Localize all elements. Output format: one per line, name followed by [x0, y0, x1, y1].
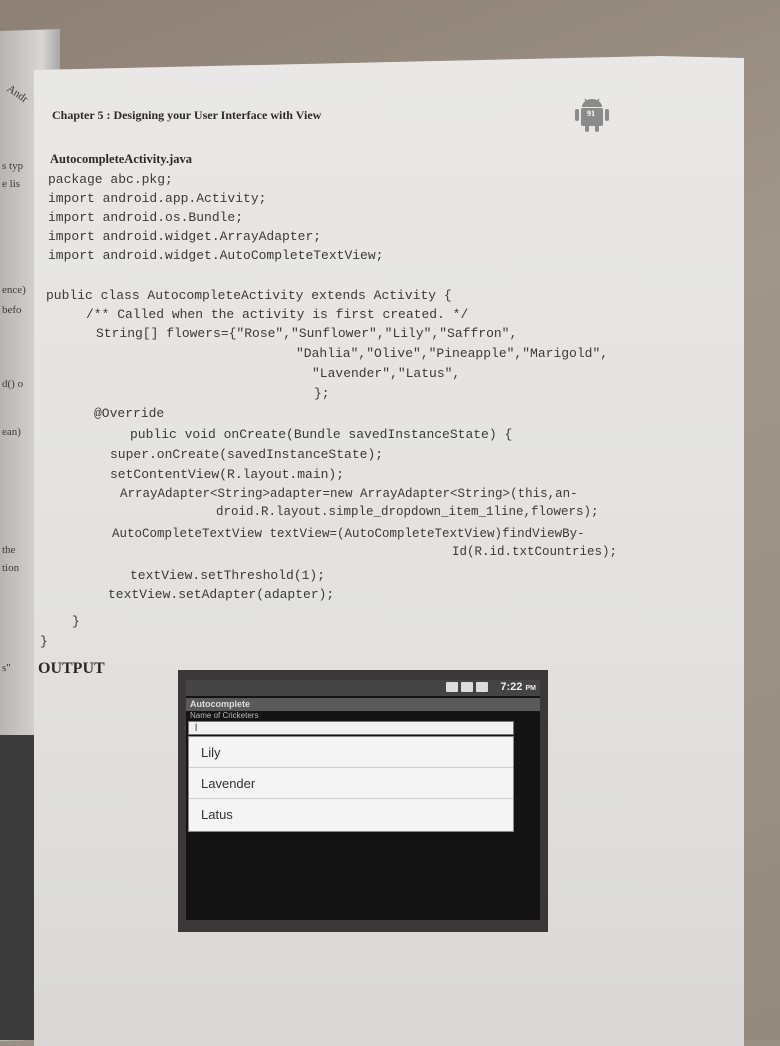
- code-line: public class AutocompleteActivity extend…: [46, 288, 452, 303]
- code-line: textView.setThreshold(1);: [130, 568, 326, 583]
- left-page-fragment: ence): [2, 284, 26, 296]
- import-line: import android.app.Activity;: [48, 191, 267, 206]
- code-line: }: [72, 614, 80, 629]
- code-line: ArrayAdapter<String>adapter=new ArrayAda…: [120, 487, 578, 501]
- suggestion-dropdown: Lily Lavender Latus: [188, 736, 514, 832]
- status-time-value: 7:22: [500, 681, 523, 693]
- code-line: public void onCreate(Bundle savedInstanc…: [130, 427, 513, 442]
- left-page-shadow: [0, 735, 34, 1040]
- import-line: import android.os.Bundle;: [48, 210, 244, 225]
- autocomplete-input[interactable]: l: [188, 721, 514, 735]
- code-annotation: @Override: [94, 406, 165, 421]
- emulator-screen: 7:22 PM Autocomplete Name of Cricketers …: [186, 680, 540, 920]
- field-hint-label: Name of Cricketers: [190, 711, 259, 720]
- page-number: 91: [587, 109, 595, 118]
- code-line: }: [40, 634, 48, 649]
- output-screenshot: 7:22 PM Autocomplete Name of Cricketers …: [178, 670, 548, 932]
- suggestion-item[interactable]: Lily: [189, 737, 513, 768]
- code-line: "Dahlia","Olive","Pineapple","Marigold",: [296, 346, 609, 361]
- network-icon: [446, 682, 458, 692]
- import-line: import android.widget.AutoCompleteTextVi…: [48, 248, 384, 263]
- file-title: AutocompleteActivity.java: [50, 152, 192, 166]
- left-page-fragment: d() o: [2, 378, 24, 390]
- book-page: Chapter 5 : Designing your User Interfac…: [34, 56, 744, 1046]
- app-title: Autocomplete: [186, 698, 540, 711]
- suggestion-item[interactable]: Lavender: [189, 768, 513, 799]
- code-line: super.onCreate(savedInstanceState);: [110, 447, 384, 462]
- code-line: AutoCompleteTextView textView=(AutoCompl…: [112, 527, 585, 541]
- left-page-fragment: s": [2, 662, 11, 674]
- code-line: "Lavender","Latus",: [312, 366, 461, 381]
- import-line: package abc.pkg;: [48, 172, 173, 187]
- status-time-suffix: PM: [525, 685, 537, 692]
- left-page-fragment: tion: [2, 562, 20, 574]
- code-line: setContentView(R.layout.main);: [110, 467, 345, 482]
- output-label: OUTPUT: [38, 660, 105, 677]
- battery-icon: [476, 682, 488, 692]
- left-page-fragment: befo: [2, 304, 22, 316]
- code-line: textView.setAdapter(adapter);: [108, 587, 335, 602]
- import-line: import android.widget.ArrayAdapter;: [48, 229, 322, 244]
- code-comment: /** Called when the activity is first cr…: [86, 307, 469, 322]
- left-page-fragment: e lis: [2, 178, 21, 190]
- signal-icon: [461, 682, 473, 692]
- status-bar: 7:22 PM: [186, 680, 540, 696]
- code-line: };: [314, 386, 330, 401]
- left-page-fragment: the: [2, 544, 16, 556]
- left-page-fragment: ean): [2, 426, 21, 438]
- code-line: Id(R.id.txtCountries);: [452, 545, 618, 559]
- chapter-header: Chapter 5 : Designing your User Interfac…: [52, 108, 322, 122]
- suggestion-item[interactable]: Latus: [189, 799, 513, 830]
- code-line: String[] flowers={"Rose","Sunflower","Li…: [96, 326, 518, 341]
- left-page-fragment: s typ: [2, 160, 24, 172]
- code-line: droid.R.layout.simple_dropdown_item_1lin…: [216, 505, 599, 519]
- status-icons: [446, 682, 488, 692]
- status-time: 7:22 PM: [500, 681, 536, 693]
